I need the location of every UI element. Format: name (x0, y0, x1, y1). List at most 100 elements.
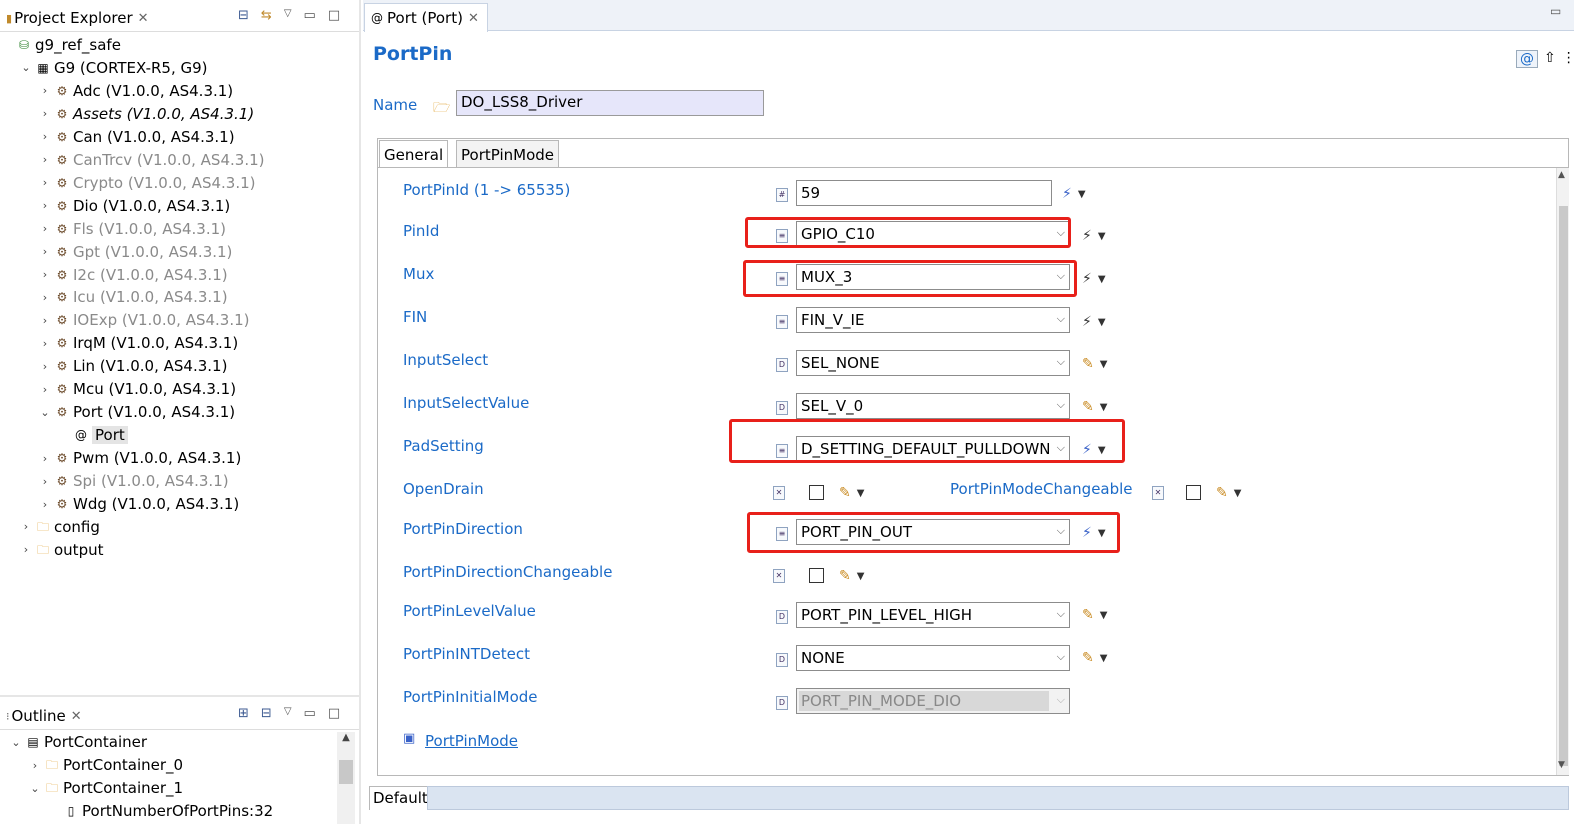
dropdown-arrow-icon[interactable]: ▼ (1100, 359, 1108, 370)
expand-closed-icon[interactable]: › (38, 475, 52, 488)
expand-open-icon[interactable]: ⌄ (9, 736, 23, 749)
tree-item[interactable]: › ⚙ Pwm (V1.0.0, AS4.3.1) (38, 447, 242, 469)
tree-item[interactable]: ⌄ 🗀 PortContainer_1 (28, 777, 183, 799)
outline-tab[interactable]: ⁝ Outline ✕ (0, 703, 82, 729)
inputselectvalue-select[interactable]: SEL_V_0 ⌵ (796, 393, 1070, 419)
tree-item[interactable]: › ⚙ IOExp (V1.0.0, AS4.3.1) (38, 309, 250, 331)
tree-item[interactable]: › 🗀 PortContainer_0 (28, 754, 183, 776)
close-icon[interactable]: ✕ (138, 11, 149, 26)
tree-item[interactable]: › ⚙ Dio (V1.0.0, AS4.3.1) (38, 195, 230, 217)
calculated-icon[interactable]: ⚡ (1082, 314, 1092, 330)
portpinid-actions[interactable]: ⚡ ▼ (1062, 186, 1086, 202)
maximize-icon[interactable]: □ (328, 706, 340, 721)
expand-closed-icon[interactable]: › (38, 245, 52, 258)
minimize-icon[interactable]: ▭ (1550, 4, 1561, 18)
portpinintdetect-actions[interactable]: ✎ ▼ (1082, 650, 1107, 666)
scroll-up-icon[interactable]: ▲ (1558, 170, 1565, 180)
opendrain-actions[interactable]: ✎ ▼ (839, 485, 864, 501)
portpinmode-link[interactable]: PortPinMode (425, 732, 518, 750)
expand-closed-icon[interactable]: › (38, 153, 52, 166)
tree-item[interactable]: › ⚙ Lin (V1.0.0, AS4.3.1) (38, 355, 228, 377)
up-icon[interactable]: ⇧ (1544, 50, 1556, 68)
tree-item[interactable]: ▯ PortNumberOfPortPins:32 (47, 800, 273, 822)
more-icon[interactable]: ⋮ (1562, 50, 1574, 68)
dropdown-arrow-icon[interactable]: ▼ (857, 488, 865, 499)
expand-closed-icon[interactable]: › (38, 130, 52, 143)
name-field[interactable]: DO_LSS8_Driver (456, 90, 764, 116)
tree-item[interactable]: ⌄ ▤ PortContainer (9, 731, 147, 753)
collapse-all-icon[interactable]: ⊟ (261, 706, 272, 721)
portpinintdetect-select[interactable]: NONE ⌵ (796, 645, 1070, 671)
close-icon[interactable]: ✕ (71, 709, 82, 724)
tree-item[interactable]: › ⚙ Adc (V1.0.0, AS4.3.1) (38, 80, 233, 102)
at-icon[interactable]: @ (1516, 50, 1538, 68)
portpinid-input[interactable]: 59 (796, 180, 1052, 206)
tree-item[interactable]: › ⚙ Can (V1.0.0, AS4.3.1) (38, 126, 235, 148)
sash-horizontal[interactable] (0, 695, 359, 697)
calculated-icon[interactable]: ⚡ (1062, 186, 1072, 202)
dropdown-arrow-icon[interactable]: ▼ (1098, 231, 1106, 242)
expand-open-icon[interactable]: ⌄ (28, 782, 42, 795)
expand-closed-icon[interactable]: › (38, 107, 52, 120)
tree-item[interactable]: › ⚙ IrqM (V1.0.0, AS4.3.1) (38, 332, 238, 354)
maximize-icon[interactable]: □ (328, 8, 340, 23)
tab-general[interactable]: General (379, 140, 449, 168)
pencil-icon[interactable]: ✎ (1216, 485, 1228, 501)
scroll-down-icon[interactable]: ▼ (1558, 760, 1565, 770)
tab-portpinmode[interactable]: PortPinMode (456, 140, 559, 168)
pencil-icon[interactable]: ✎ (839, 485, 851, 501)
project-explorer-tab[interactable]: ▮ Project Explorer ✕ (0, 5, 149, 31)
portpinlevelvalue-select[interactable]: PORT_PIN_LEVEL_HIGH ⌵ (796, 602, 1070, 628)
pencil-icon[interactable]: ✎ (1082, 399, 1094, 415)
tree-item[interactable]: › ⚙ Wdg (V1.0.0, AS4.3.1) (38, 493, 239, 515)
expand-closed-icon[interactable]: › (38, 498, 52, 511)
expand-closed-icon[interactable]: › (38, 199, 52, 212)
dropdown-arrow-icon[interactable]: ▼ (1098, 274, 1106, 285)
pencil-icon[interactable]: ✎ (1082, 650, 1094, 666)
inputselect-actions[interactable]: ✎ ▼ (1082, 356, 1107, 372)
scrollbar-thumb[interactable] (1559, 206, 1568, 766)
calculated-icon[interactable]: ⚡ (1082, 271, 1092, 287)
dropdown-arrow-icon[interactable]: ▼ (1100, 653, 1108, 664)
dropdown-arrow-icon[interactable]: ▼ (1234, 488, 1242, 499)
expand-closed-icon[interactable]: › (38, 360, 52, 373)
tree-item[interactable]: ⌄ ⚙ Port (V1.0.0, AS4.3.1) (38, 401, 235, 423)
expand-closed-icon[interactable]: › (38, 452, 52, 465)
tree-item[interactable]: › ⚙ Crypto (V1.0.0, AS4.3.1) (38, 172, 256, 194)
expand-closed-icon[interactable]: › (38, 337, 52, 350)
link-editor-icon[interactable]: ⇆ (261, 8, 272, 23)
tree-item[interactable]: › ⚙ Spi (V1.0.0, AS4.3.1) (38, 470, 229, 492)
pencil-icon[interactable]: ✎ (1082, 356, 1094, 372)
close-icon[interactable]: ✕ (468, 11, 479, 26)
pencil-icon[interactable]: ✎ (1082, 607, 1094, 623)
tree-item[interactable]: › ⚙ Assets (V1.0.0, AS4.3.1) (38, 103, 254, 125)
tab-default[interactable]: Default (369, 786, 432, 810)
fin-actions[interactable]: ⚡ ▼ (1082, 314, 1106, 330)
tree-item[interactable]: › ⚙ Fls (V1.0.0, AS4.3.1) (38, 218, 226, 240)
tree-item[interactable]: › ⚙ CanTrcv (V1.0.0, AS4.3.1) (38, 149, 265, 171)
scroll-up-icon[interactable]: ▲ (337, 732, 355, 743)
expand-closed-icon[interactable]: › (38, 222, 52, 235)
scrollbar-thumb[interactable] (339, 760, 353, 784)
dropdown-arrow-icon[interactable]: ▼ (1100, 402, 1108, 413)
editor-tab-port[interactable]: @ Port (Port) ✕ (364, 3, 488, 32)
expand-closed-icon[interactable]: › (38, 176, 52, 189)
calculated-icon[interactable]: ⚡ (1082, 228, 1092, 244)
portpindirectionchangeable-actions[interactable]: ✎ ▼ (839, 568, 864, 584)
view-menu-icon[interactable]: ▽ (284, 8, 292, 23)
expand-open-icon[interactable]: ⌄ (38, 406, 52, 419)
portpinlevelvalue-actions[interactable]: ✎ ▼ (1082, 607, 1107, 623)
tree-item[interactable]: › ⚙ I2c (V1.0.0, AS4.3.1) (38, 264, 228, 286)
form-scrollbar[interactable]: ▲ ▼ (1556, 168, 1569, 775)
tree-item[interactable]: ⛁ g9_ref_safe (0, 34, 121, 56)
dropdown-arrow-icon[interactable]: ▼ (1100, 610, 1108, 621)
expand-closed-icon[interactable]: › (38, 383, 52, 396)
portpindirectionchangeable-checkbox[interactable] (809, 568, 824, 583)
pencil-icon[interactable]: ✎ (839, 568, 851, 584)
collapse-all-icon[interactable]: ⊟ (238, 8, 249, 23)
expand-closed-icon[interactable]: › (38, 314, 52, 327)
expand-closed-icon[interactable]: › (28, 759, 42, 772)
mux-actions[interactable]: ⚡ ▼ (1082, 271, 1106, 287)
outline-scrollbar[interactable]: ▲ (337, 732, 355, 824)
minimize-icon[interactable]: ▭ (304, 8, 316, 23)
